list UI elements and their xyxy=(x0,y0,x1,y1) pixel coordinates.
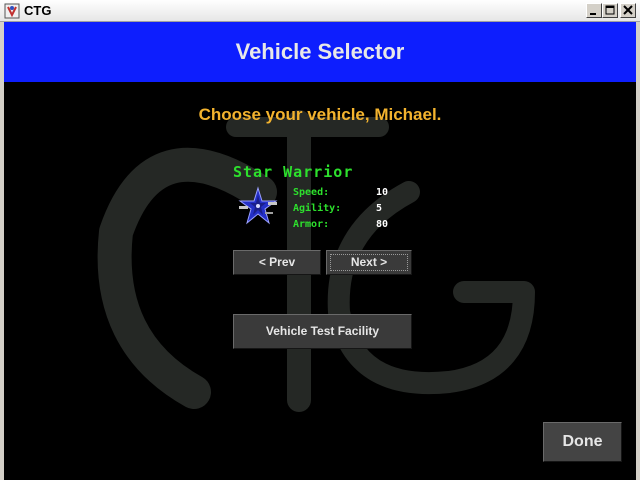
window-title: CTG xyxy=(24,3,52,18)
window-titlebar[interactable]: CTG xyxy=(0,0,640,22)
stat-label-armor: Armor: xyxy=(293,219,330,230)
stat-label-agility: Agility: xyxy=(293,203,342,214)
star-warrior-ship-icon xyxy=(238,186,278,225)
ctg-logo-watermark xyxy=(97,110,535,412)
stat-label-speed: Speed: xyxy=(293,187,330,198)
close-button[interactable] xyxy=(620,3,636,18)
vehicle-name: Star Warrior xyxy=(233,163,354,181)
stat-value-agility: 5 xyxy=(376,203,383,214)
app-icon xyxy=(4,3,20,19)
window-frame-right xyxy=(636,22,640,480)
selection-prompt: Choose your vehicle, Michael. xyxy=(198,105,442,124)
prev-button[interactable]: < Prev xyxy=(233,250,321,275)
focus-ring xyxy=(330,254,408,271)
next-button[interactable]: Next > xyxy=(326,250,412,275)
minimize-button[interactable] xyxy=(586,3,602,18)
stat-value-armor: 80 xyxy=(376,219,389,230)
maximize-button[interactable] xyxy=(602,3,618,18)
main-content: Choose your vehicle, Michael. Star Warri… xyxy=(4,82,636,480)
vehicle-test-facility-button[interactable]: Vehicle Test Facility xyxy=(233,314,412,349)
stat-value-speed: 10 xyxy=(376,187,389,198)
done-button[interactable]: Done xyxy=(543,422,622,462)
header-bar: Vehicle Selector xyxy=(4,22,636,82)
page-title: Vehicle Selector xyxy=(235,39,405,64)
